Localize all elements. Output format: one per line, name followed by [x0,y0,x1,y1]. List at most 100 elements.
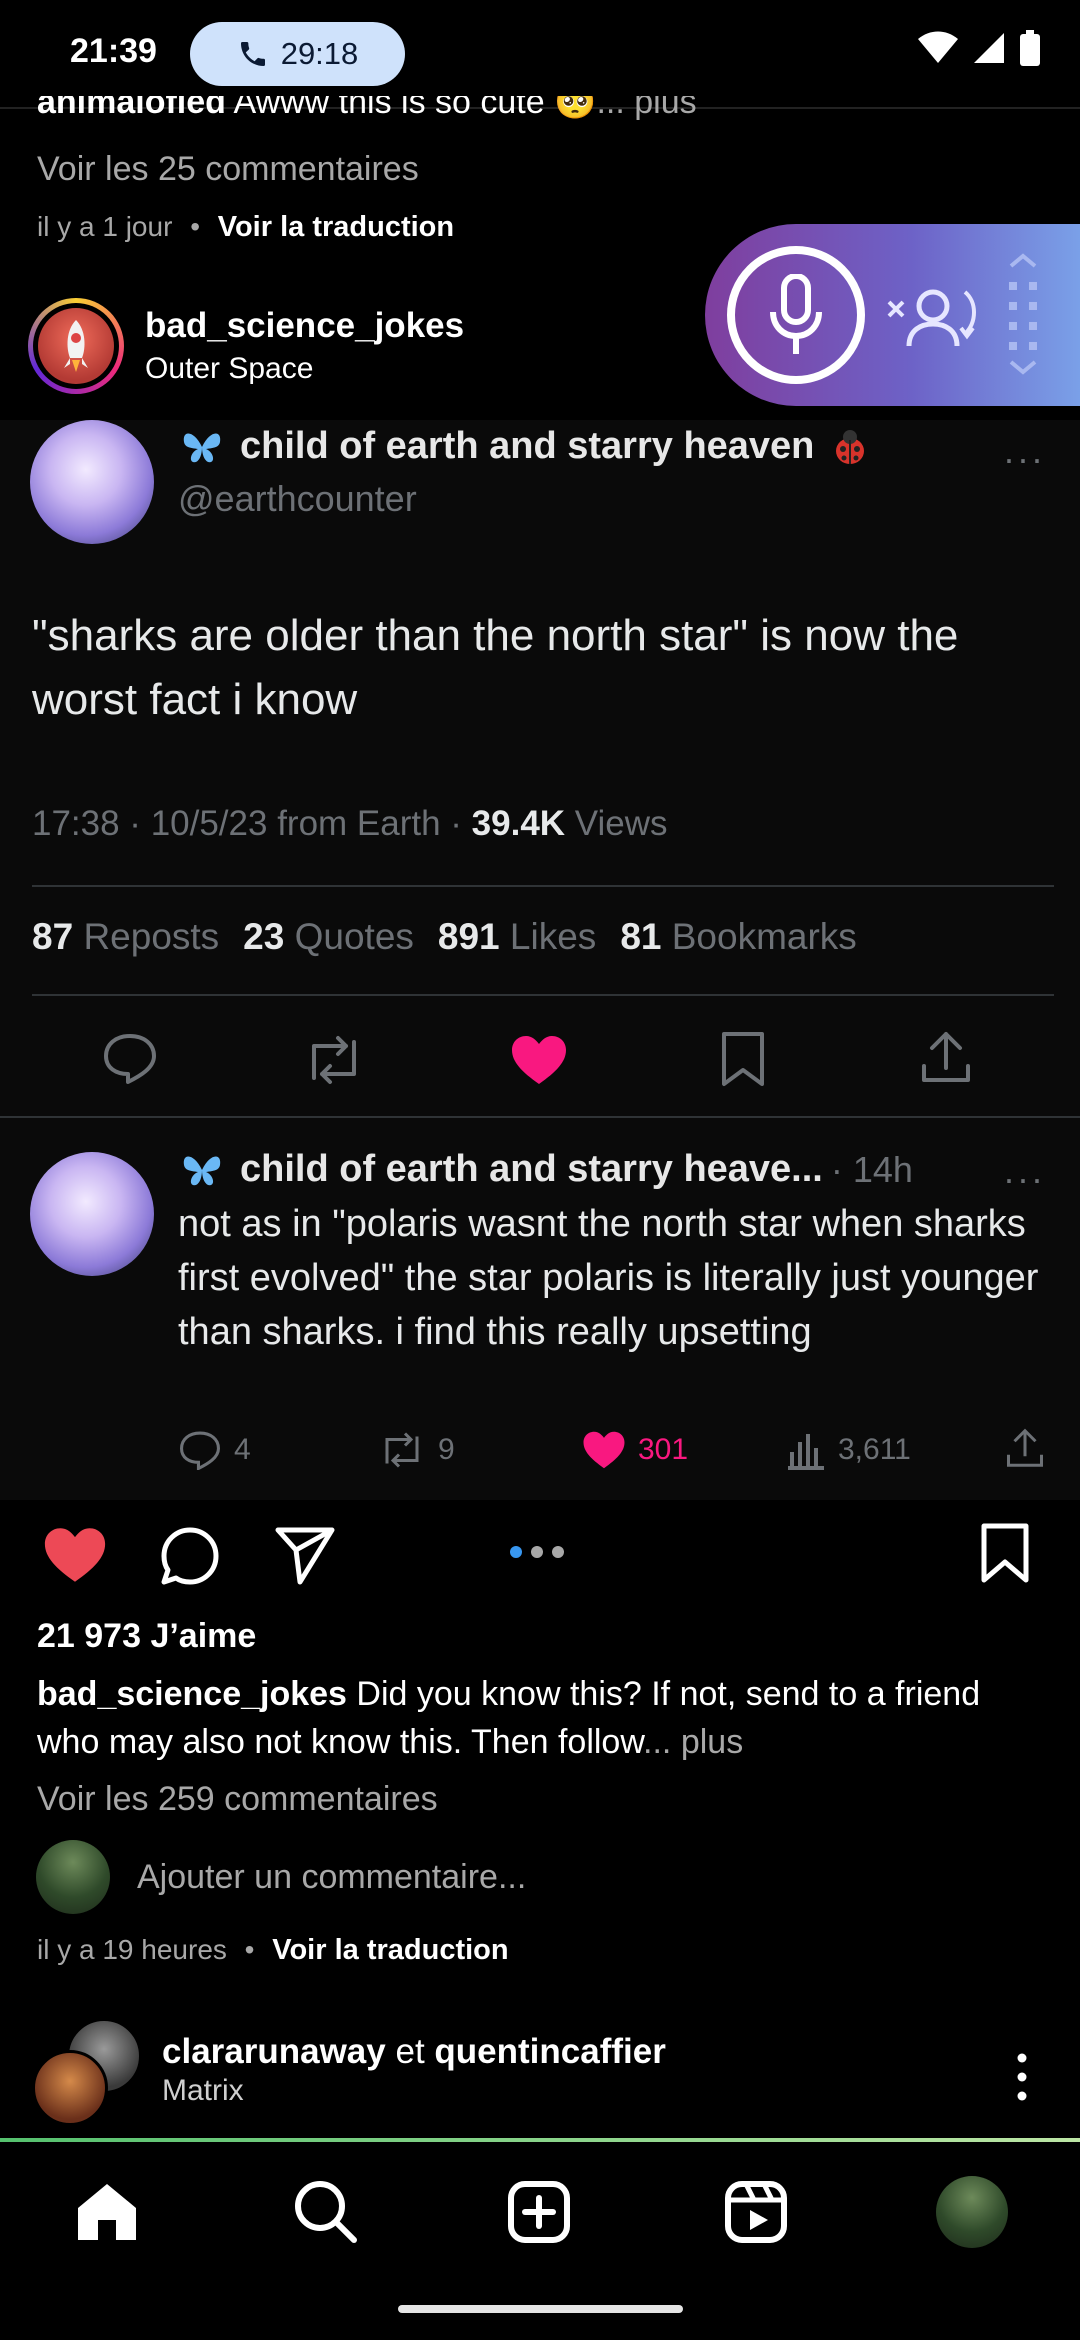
like-button-heart-icon[interactable] [42,1526,108,1584]
prev-translate-link[interactable]: Voir la traduction [218,211,454,243]
home-icon[interactable] [74,2180,140,2244]
reply-repost-icon [385,1432,419,1468]
tweet-author-avatar [30,420,154,544]
reply-share-icon [1007,1428,1043,1467]
tweet-stats: 87 Reposts 23 Quotes 891 Likes 81 Bookma… [32,916,857,958]
rocket-icon [64,320,88,372]
tweet-text: "sharks are older than the north star" i… [32,611,959,724]
prev-comments-link[interactable]: Voir les 25 commentaires [37,150,419,189]
post-location[interactable]: Outer Space [145,352,313,386]
post-image-tweet[interactable]: child of earth and starry heaven ··· @ea… [0,420,1080,1500]
tweet-likes-stat: 891 Likes [437,916,597,957]
tweet-divider-1 [32,885,1054,887]
prev-post-footer: il y a 1 jour • Voir la traduction [37,211,454,244]
tweet-name-row: child of earth and starry heaven [180,425,870,468]
next-post-avatar-1[interactable] [32,2050,108,2126]
prev-caption-text: Awww this is so cute [233,96,545,121]
search-icon[interactable] [292,2178,358,2244]
reply-comment-icon [179,1431,221,1470]
dot-separator: • [244,1934,255,1965]
reply-more-icon: ··· [1003,1158,1045,1199]
prev-caption-user[interactable]: animalofied [37,96,226,121]
caption-username[interactable]: bad_science_jokes [37,1675,347,1713]
tweet-repost-icon [312,1036,356,1084]
reply-age: · 14h [830,1148,913,1190]
post-avatar[interactable] [28,298,124,394]
next-post-users: clararunaway et quentincaffier [162,2032,666,2072]
next-post-more-button[interactable] [1006,2050,1038,2104]
reply-likes: 301 [582,1430,688,1470]
profile-tab-avatar[interactable] [936,2176,1008,2248]
tweet-divider-2 [32,994,1054,996]
voice-widget-drag-handle[interactable] [1005,252,1041,380]
microphone-icon [770,274,822,354]
share-send-icon[interactable] [274,1524,336,1586]
voice-switch-user-icon[interactable] [885,272,981,358]
tweet-bookmarks-stat: 81 Bookmarks [620,916,857,957]
next-post-joiner: et [395,2032,425,2071]
create-post-icon[interactable] [507,2180,571,2244]
dot-separator: • [190,211,200,242]
phone-icon [240,42,265,66]
post-username[interactable]: bad_science_jokes [145,306,464,346]
tweet-author-name: child of earth and starry heaven [240,425,815,467]
caption-more[interactable]: ... plus [643,1723,743,1761]
tweet-reposts-stat: 87 Reposts [32,916,220,957]
my-avatar [36,1840,110,1914]
prev-caption-more[interactable]: ... plus [596,96,696,121]
likes-count[interactable]: 21 973 J’aime [37,1617,256,1656]
carousel-dot [552,1546,564,1558]
reels-icon[interactable] [724,2180,788,2244]
tweet-reply-icon [104,1034,156,1084]
add-comment-input[interactable]: Ajouter un commentaire... [137,1858,526,1897]
translate-link[interactable]: Voir la traduction [272,1934,508,1966]
microphone-button[interactable] [727,246,865,384]
battery-icon [1020,30,1040,66]
cell-signal-icon [974,33,1004,63]
carousel-dot [531,1546,543,1558]
carousel-dot-active [510,1546,522,1558]
reply-text: not as in "polaris wasnt the north star … [178,1203,1039,1353]
tweet-liked-heart-icon [512,1036,566,1084]
gesture-home-bar[interactable] [398,2305,683,2313]
comment-button-icon[interactable] [158,1524,222,1586]
post-timestamp: il y a 19 heures [37,1934,227,1965]
drag-handle-icon [1009,253,1037,375]
tweet-views-label: Views [565,804,668,843]
tweet-divider-3 [0,1116,1080,1118]
prev-caption-emoji: 🥺 [554,96,597,121]
tweet-quotes-stat: 23 Quotes [243,916,414,957]
ongoing-call-pill[interactable]: 29:18 [190,22,405,86]
tweet-more-icon: ··· [1003,438,1045,479]
save-bookmark-icon[interactable] [980,1522,1030,1584]
ladybug-icon [836,429,865,464]
tweet-author-handle: @earthcounter [178,478,417,519]
reply-actions: 4 9 301 3,611 [178,1428,1058,1480]
butterfly-icon [183,433,221,462]
prev-caption: animalofied Awww this is so cute 🥺... pl… [37,96,737,132]
status-time: 21:39 [70,32,157,70]
reply-author-avatar [30,1152,154,1276]
reply-replies: 4 [178,1430,251,1470]
voice-assistant-widget[interactable] [705,224,1080,406]
next-post-user1[interactable]: clararunaway [162,2032,386,2071]
tweet-meta: 17:38 · 10/5/23 from Earth · 39.4K Views [32,804,668,844]
carousel-dots [510,1546,564,1558]
reply-views: 3,611 [786,1430,911,1470]
call-timer: 29:18 [280,36,359,71]
next-post-user2[interactable]: quentincaffier [434,2032,665,2071]
wifi-icon [918,31,958,63]
more-vertical-icon [1017,2053,1027,2101]
tweet-share-icon [922,1032,970,1082]
next-post-location[interactable]: Matrix [162,2074,244,2108]
post-caption: bad_science_jokes Did you know this? If … [37,1670,1047,1766]
analytics-icon [788,1434,824,1470]
reply-reposts: 9 [378,1430,455,1470]
post-footer: il y a 19 heures • Voir la traduction [37,1934,509,1967]
prev-timestamp: il y a 1 jour [37,211,173,242]
tweet-bookmark-icon [722,1032,764,1086]
tweet-meta-time: 17:38 · 10/5/23 from Earth · [32,804,472,843]
reply-author-name: child of earth and starry heave... [240,1148,823,1190]
butterfly-icon [183,1156,221,1185]
comments-link[interactable]: Voir les 259 commentaires [37,1780,438,1819]
